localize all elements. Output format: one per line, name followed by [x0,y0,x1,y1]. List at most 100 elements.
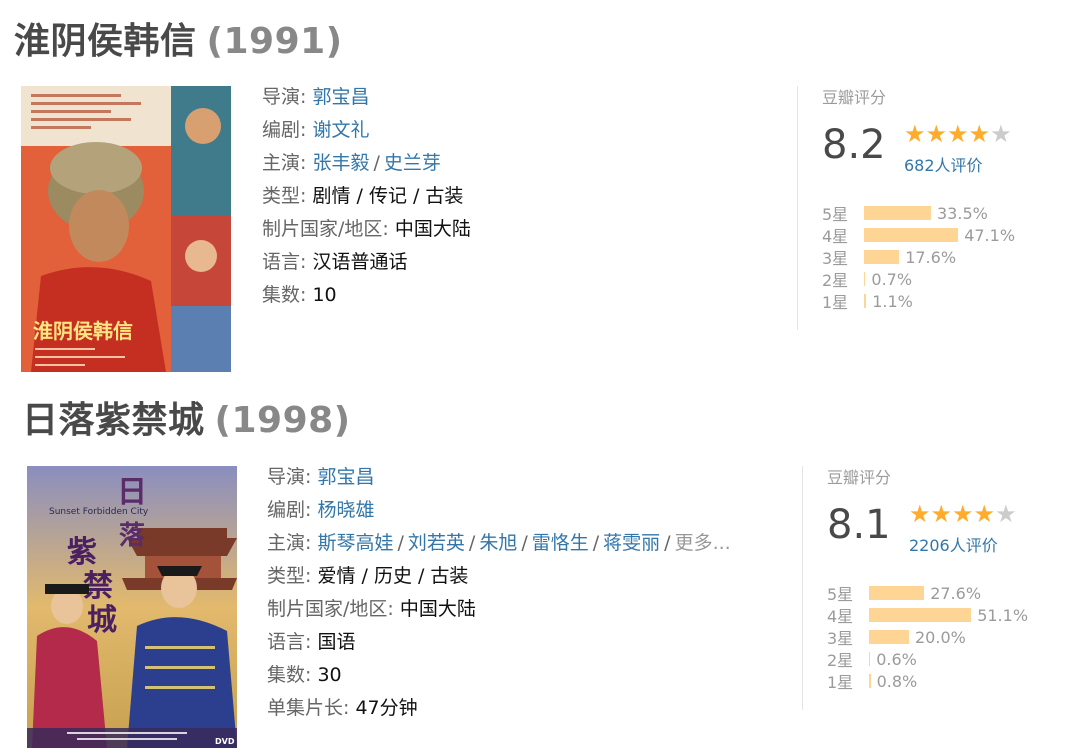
episodes-value: 10 [312,284,337,306]
rating-bar-percent: 0.8% [876,671,918,691]
rating-bar-fill [864,272,866,286]
writer-link[interactable]: 杨晓雄 [317,499,374,521]
svg-text:DVD: DVD [215,737,235,746]
episodes-row: 集数: 30 [267,664,342,686]
runtime-value: 47分钟 [355,697,418,719]
divider [802,466,803,710]
rating-bar-fill [869,608,972,622]
cast-link[interactable]: 朱旭 [479,532,517,554]
cast-link[interactable]: 刘若英 [408,532,465,554]
rating-bar-percent: 0.7% [871,269,913,289]
rating-bar-row: 4星 51.1% [827,604,1029,627]
rating-panel: 豆瓣评分 8.2 ★★★★★ 682人评价 5星 33.5% 4星 47.1% 3星 17… [822,84,1072,324]
rating-bar-label: 2星 [822,271,849,290]
rating-bar-fill [864,250,900,264]
rating-bar-label: 2星 [827,651,854,670]
rating-bar-label: 3星 [822,249,849,268]
rating-bar-label: 1星 [827,673,854,692]
movie-poster[interactable]: 淮阴侯韩信 [21,86,231,372]
rating-bar-percent: 27.6% [930,583,982,603]
rating-bar-percent: 47.1% [964,225,1016,245]
rating-bar-label: 4星 [827,607,854,626]
director-row: 导演: 郭宝昌 [267,466,375,488]
rating-label: 豆瓣评分 [827,468,892,487]
star-filled-icon: ★ [973,500,996,528]
country-row: 制片国家/地区: 中国大陆 [262,218,471,240]
star-empty-icon: ★ [990,120,1012,148]
movie-title-text: 淮阴侯韩信 [14,21,197,62]
writer-row: 编剧: 谢文礼 [262,119,370,141]
rating-bar-row: 1星 0.8% [827,670,1028,693]
cast-link[interactable]: 蒋雯丽 [603,532,660,554]
movie-info: 导演: 郭宝昌 编剧: 谢文礼 主演: 张丰毅 / 史兰芽 类型: 剧情 / 传记 … [262,81,471,312]
rating-score: 8.2 [822,122,886,168]
divider [797,86,798,330]
cast-link[interactable]: 雷恪生 [532,532,589,554]
rating-stars: ★★★★★ [904,120,1012,148]
rating-bar-fill [864,228,959,242]
rating-bar-percent: 0.6% [876,649,917,669]
cast-more-link[interactable]: 更多... [675,532,731,554]
rating-bar-percent: 17.6% [905,247,957,267]
runtime-row: 单集片长: 47分钟 [267,697,418,719]
cast-link[interactable]: 斯琴高娃 [317,532,393,554]
rating-bar-fill [869,630,909,644]
genre-row: 类型: 剧情 / 传记 / 古装 [262,185,464,207]
votes-link[interactable]: 2206人评价 [909,532,998,556]
rating-breakdown: 5星 27.6% 4星 51.1% 3星 20.0% 2星 0.6% 1星 0.8% [827,582,1029,693]
episodes-row: 集数: 10 [262,284,337,306]
rating-bar-fill [864,206,931,220]
star-filled-icon: ★ [904,120,926,148]
star-filled-icon: ★ [968,120,991,148]
rating-bar-row: 2星 0.6% [827,648,1028,671]
director-link[interactable]: 郭宝昌 [312,86,369,108]
cast-link[interactable]: 史兰芽 [384,152,441,174]
writer-row: 编剧: 杨晓雄 [267,499,375,521]
genre-value: 剧情 / 传记 / 古装 [312,185,464,207]
rating-stars: ★★★★★ [909,500,1017,528]
rating-bar-row: 4星 47.1% [822,224,1016,247]
language-value: 汉语普通话 [312,251,408,273]
rating-breakdown: 5星 33.5% 4星 47.1% 3星 17.6% 2星 0.7% 1星 1.1% [822,202,1016,313]
director-link[interactable]: 郭宝昌 [317,466,374,488]
episodes-value: 30 [317,664,342,686]
poster-title-text: 淮阴侯韩信 [33,319,133,343]
rating-bar-fill [869,674,871,688]
cast-row: 主演: 斯琴高娃 / 刘若英 / 朱旭 / 雷恪生 / 蒋雯丽 / 更多... [267,532,731,554]
director-row: 导演: 郭宝昌 [262,86,370,108]
votes-link[interactable]: 682人评价 [904,152,983,176]
rating-bar-label: 5星 [822,205,849,224]
star-filled-icon: ★ [925,120,948,148]
movie-poster[interactable]: 日 落 紫 禁 城 Sunset Forbidden City DVD [27,466,237,748]
language-value: 国语 [317,631,356,653]
poster-en-title: Sunset Forbidden City [49,507,149,517]
writer-link[interactable]: 谢文礼 [312,119,369,141]
cast-link[interactable]: 张丰毅 [312,152,369,174]
movie-title: 日落紫禁城 (1998) [22,391,351,443]
rating-bar-fill [869,586,925,600]
rating-bar-percent: 33.5% [937,203,988,223]
country-value: 中国大陆 [399,598,476,620]
svg-text:落: 落 [119,521,146,551]
rating-bar-percent: 1.1% [872,291,913,311]
svg-text:城: 城 [87,603,117,638]
star-filled-icon: ★ [952,500,974,528]
country-row: 制片国家/地区: 中国大陆 [267,598,476,620]
rating-bar-label: 3星 [827,629,854,648]
star-empty-icon: ★ [995,500,1017,528]
movie-title: 淮阴侯韩信 (1991) [14,12,343,64]
rating-panel: 豆瓣评分 8.1 ★★★★★ 2206人评价 5星 27.6% 4星 51.1% 3星 2… [827,464,1077,704]
country-value: 中国大陆 [394,218,471,240]
rating-bar-label: 5星 [827,585,854,604]
svg-text:紫: 紫 [67,535,97,570]
movie-year: (1998) [214,400,351,441]
rating-score: 8.1 [827,502,891,548]
rating-bar-row: 3星 17.6% [822,246,1015,269]
rating-bar-label: 4星 [822,227,849,246]
rating-label: 豆瓣评分 [822,88,887,107]
rating-bar-row: 5星 27.6% [827,582,1028,605]
movie-year: (1991) [206,21,343,62]
rating-bar-percent: 51.1% [977,605,1029,625]
rating-bar-row: 3星 20.0% [827,626,1028,649]
movie-title-text: 日落紫禁城 [22,400,205,441]
